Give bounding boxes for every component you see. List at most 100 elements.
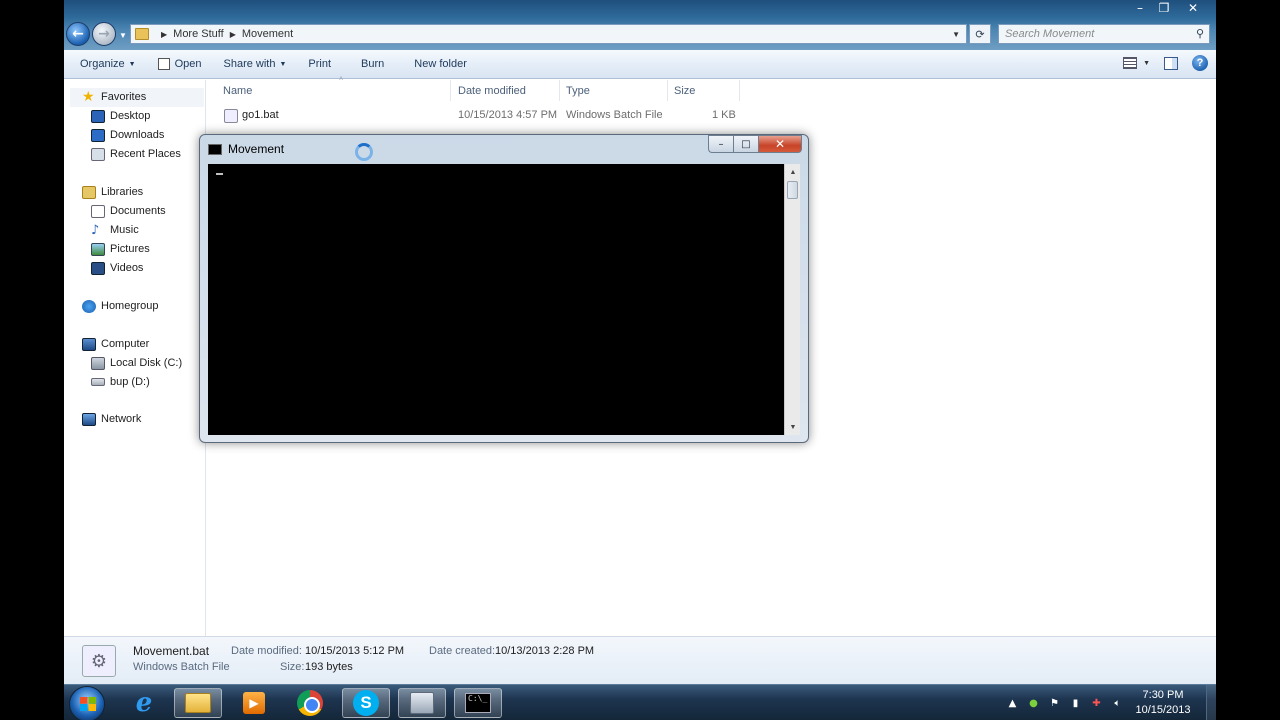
title-bar: – ❐ ✕ ← → ▼ ▶ More Stuff ▶ Movement ▼ ⟳ … [64,0,1216,50]
nav-label: Desktop [110,110,151,122]
view-controls: ▼ ? [1123,55,1208,71]
column-header-type[interactable]: Type [560,80,668,101]
taskbar-internet-explorer[interactable]: e [120,688,168,718]
chevron-right-icon[interactable]: ▶ [230,30,236,39]
console-title: Movement [228,142,285,156]
file-type: Windows Batch File [566,109,663,121]
volume-icon[interactable]: 🔈︎ [1107,685,1128,720]
taskbar-media-player[interactable]: ▶ [230,688,278,718]
taskbar-windows-explorer[interactable] [174,688,222,718]
flag-icon[interactable]: ⚑ [1044,685,1065,720]
console-output[interactable] [208,164,784,435]
breadcrumb-movement[interactable]: Movement [242,28,293,40]
scroll-thumb[interactable] [787,181,798,199]
console-scrollbar[interactable]: ▲ ▼ [784,164,800,435]
clock[interactable]: 7:30 PM 10/15/2013 [1128,688,1198,718]
address-bar[interactable]: ▶ More Stuff ▶ Movement ▼ [130,24,967,44]
restore-button[interactable]: ❐ [1152,0,1176,16]
clock-date: 10/15/2013 [1135,704,1191,716]
close-button[interactable]: ✕ [1176,0,1210,16]
share-with-label: Share with [223,58,276,70]
network-signal-icon[interactable]: ▮ [1065,685,1086,720]
nav-item-videos[interactable]: Videos [91,259,143,277]
folder-icon [185,693,211,713]
forward-button[interactable]: → [92,22,116,46]
view-icon [1123,57,1138,69]
batch-file-icon [224,109,238,123]
burn-button[interactable]: Burn [355,50,390,79]
application-icon [410,692,434,714]
table-row[interactable]: go1.bat 10/15/2013 4:57 PM Windows Batch… [218,107,748,125]
console-window[interactable]: Movement – □ ✕ ▲ ▼ [199,134,809,443]
taskbar-chrome[interactable] [286,688,334,718]
console-title-bar[interactable]: Movement [208,142,284,156]
back-button[interactable]: ← [66,22,90,46]
share-with-menu[interactable]: Share with ▼ [218,50,293,79]
chevron-right-icon[interactable]: ▶ [161,30,167,39]
organize-menu[interactable]: Organize ▼ [74,50,142,79]
nav-item-computer[interactable]: Computer [82,335,149,353]
column-header-label: Type [566,84,590,97]
column-header-date-modified[interactable]: Date modified [452,80,560,101]
console-caption-buttons: – □ ✕ [708,135,802,153]
address-dropdown-icon[interactable]: ▼ [952,30,960,39]
breadcrumb-more-stuff[interactable]: More Stuff [173,28,224,40]
column-header-name[interactable]: Name ˄ [217,76,451,101]
nav-item-desktop[interactable]: Desktop [91,107,150,125]
column-header-label: Name [223,84,253,97]
taskbar-skype[interactable]: S [342,688,390,718]
console-maximize-button[interactable]: □ [733,135,758,153]
nav-item-network[interactable]: Network [82,410,141,428]
start-button[interactable] [69,686,105,720]
scroll-up-icon[interactable]: ▲ [785,164,801,180]
preview-pane-button[interactable] [1164,56,1178,70]
details-date-created-value: 10/13/2013 2:28 PM [495,645,595,657]
skype-icon: S [353,690,379,716]
new-folder-button[interactable]: New folder [408,50,473,79]
nav-item-homegroup[interactable]: Homegroup [82,297,158,315]
nav-item-favorites[interactable]: ★ Favorites [82,88,146,106]
scroll-down-icon[interactable]: ▼ [785,419,801,435]
details-date-created-label: Date created: [429,645,496,657]
nav-label: Downloads [110,129,165,141]
minimize-button[interactable]: – [1128,0,1152,16]
busy-spinner-icon [355,143,373,161]
refresh-button[interactable]: ⟳ [969,24,991,44]
downloads-icon [91,128,105,142]
help-button[interactable]: ? [1192,55,1208,71]
burn-label: Burn [361,58,385,70]
nav-item-pictures[interactable]: Pictures [91,240,150,258]
nav-item-documents[interactable]: Documents [91,202,166,220]
desktop-icon [91,109,105,123]
power-icon[interactable]: ✚ [1086,685,1107,720]
show-desktop-button[interactable] [1206,685,1216,720]
nav-label: Documents [110,205,166,217]
nav-item-recent-places[interactable]: Recent Places [91,145,181,163]
taskbar-command-prompt[interactable]: C:\_ [454,688,502,718]
search-icon[interactable]: ⚲ [1196,27,1204,40]
open-button[interactable]: Open [152,50,208,79]
nav-item-downloads[interactable]: Downloads [91,126,164,144]
nav-label: Pictures [110,243,150,255]
nav-label: Favorites [101,91,147,103]
network-icon [82,412,96,426]
column-header-size[interactable]: Size [668,80,740,101]
security-icon[interactable]: ● [1023,685,1044,720]
recent-pages-dropdown[interactable]: ▼ [119,31,127,40]
new-folder-label: New folder [414,58,467,70]
search-input[interactable]: Search Movement ⚲ [998,24,1210,44]
open-icon [157,58,170,70]
nav-item-libraries[interactable]: Libraries [82,183,143,201]
nav-item-bup[interactable]: bup (D:) [91,373,150,391]
nav-label: Local Disk (C:) [110,357,183,369]
taskbar-app[interactable] [398,688,446,718]
nav-item-local-disk[interactable]: Local Disk (C:) [91,354,182,372]
details-size-label: Size: [280,661,305,673]
console-minimize-button[interactable]: – [708,135,733,153]
console-close-button[interactable]: ✕ [758,135,802,153]
print-button[interactable]: Print [302,50,337,79]
change-view-button[interactable]: ▼ [1123,57,1150,69]
nav-label: Libraries [101,186,144,198]
show-hidden-icons-button[interactable]: ▲ [1002,685,1023,720]
nav-item-music[interactable]: ♪ Music [91,221,139,239]
